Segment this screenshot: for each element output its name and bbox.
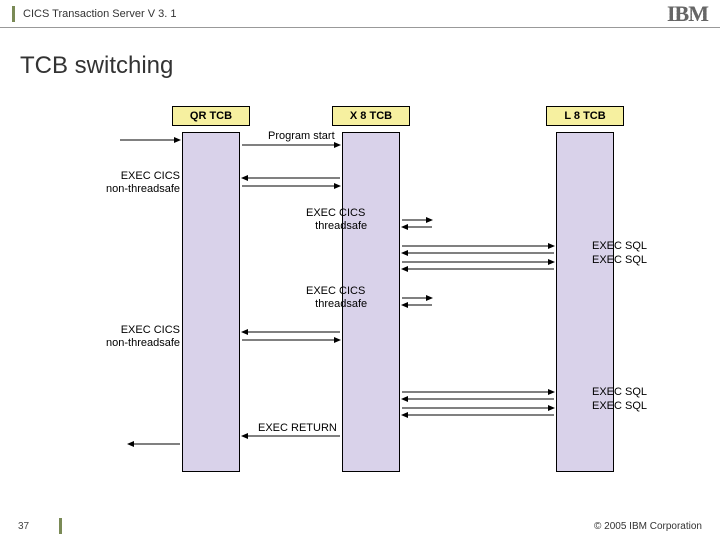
label-nonts-2: EXEC CICS non-threadsafe	[85, 324, 180, 350]
footer-accent	[59, 518, 62, 534]
label-text: EXEC CICS	[121, 170, 180, 182]
diagram: QR TCB X 8 TCB L 8 TCB	[0, 92, 720, 492]
label-text: non-threadsafe	[106, 337, 180, 349]
label-nonts-1: EXEC CICS non-threadsafe	[85, 170, 180, 196]
footer: 37 © 2005 IBM Corporation	[0, 512, 720, 540]
label-program-start: Program start	[268, 130, 335, 143]
label-text: EXEC CICS	[121, 324, 180, 336]
qr-tcb-label: QR TCB	[172, 106, 250, 126]
label-sql-3: EXEC SQL	[592, 386, 647, 399]
qr-column	[182, 132, 240, 472]
label-text: EXEC CICS	[306, 285, 365, 297]
header-accent	[12, 6, 15, 22]
label-exec-return: EXEC RETURN	[258, 422, 337, 435]
label-text: threadsafe	[315, 220, 367, 232]
page-title: TCB switching	[0, 28, 720, 92]
l8-column	[556, 132, 614, 472]
label-text: non-threadsafe	[106, 183, 180, 195]
label-sql-4: EXEC SQL	[592, 400, 647, 413]
label-text: threadsafe	[315, 298, 367, 310]
label-ts-2: EXEC CICS threadsafe	[306, 285, 367, 311]
label-sql-1: EXEC SQL	[592, 240, 647, 253]
copyright: © 2005 IBM Corporation	[594, 521, 702, 532]
l8-tcb-label: L 8 TCB	[546, 106, 624, 126]
label-ts-1: EXEC CICS threadsafe	[306, 207, 367, 233]
ibm-logo-icon: IBM	[667, 1, 708, 27]
x8-tcb-label: X 8 TCB	[332, 106, 410, 126]
label-text: EXEC CICS	[306, 207, 365, 219]
page-number: 37	[18, 521, 29, 532]
header: CICS Transaction Server V 3. 1 IBM	[0, 0, 720, 28]
header-title: CICS Transaction Server V 3. 1	[23, 8, 176, 20]
label-sql-2: EXEC SQL	[592, 254, 647, 267]
